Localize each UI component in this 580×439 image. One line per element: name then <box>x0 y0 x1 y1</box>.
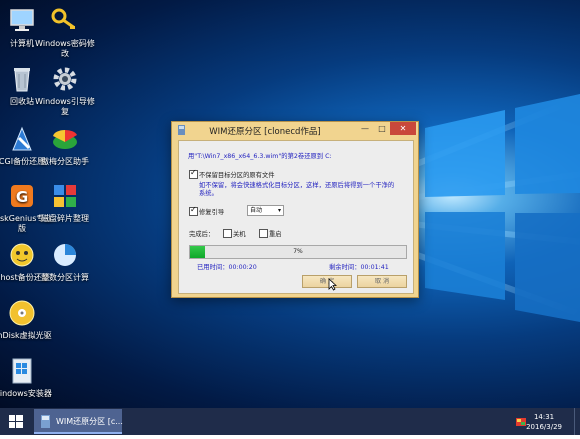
desktop-icon-boot-repair[interactable]: Windows引导修复 <box>34 64 96 117</box>
clock-date: 2016/3/29 <box>526 423 562 431</box>
network-icon[interactable] <box>516 418 526 426</box>
progress-text: 7% <box>293 248 303 255</box>
ok-button[interactable]: 确 定 <box>302 275 352 288</box>
mouse-cursor-icon <box>328 278 337 291</box>
icon-label: Windows引导修复 <box>35 97 95 116</box>
windows-logo-icon <box>9 415 23 428</box>
app-icon <box>41 415 50 428</box>
chevron-down-icon: ▾ <box>277 207 281 214</box>
boot-mode-value: 自动 <box>250 207 263 214</box>
desktop-icon-imdisk[interactable]: ImDisk虚拟光驱 <box>0 298 53 341</box>
icon-label: Windows密码修改 <box>35 39 95 58</box>
show-desktop-button[interactable] <box>574 408 580 435</box>
boot-mode-select[interactable]: 自动 ▾ <box>247 205 284 216</box>
installer-icon <box>12 358 32 384</box>
defrag-icon <box>54 185 76 207</box>
desktop-icon-partition-calc[interactable]: 整数分区计算 <box>34 240 96 283</box>
icon-label: 整数分区计算 <box>41 273 89 282</box>
restart-label: 重启 <box>269 231 282 238</box>
on-complete-label: 完成后： <box>189 231 215 238</box>
taskbar-item-label: WIM还原分区 [c... <box>56 417 123 426</box>
elapsed-time: 已用时间：00:00:20 <box>197 264 257 271</box>
icon-label: 傲梅分区助手 <box>41 157 89 166</box>
dialog-title: WIM还原分区 [clonecd作品] <box>209 127 321 137</box>
shutdown-label: 关机 <box>233 231 246 238</box>
desktop-icon-defrag[interactable]: 磁盘碎片整理 <box>34 181 96 224</box>
gear-icon <box>53 67 77 91</box>
icon-label: 磁盘碎片整理 <box>41 214 89 223</box>
svg-text:G: G <box>16 188 28 206</box>
key-icon <box>51 8 75 29</box>
maximize-button[interactable]: □ <box>375 122 389 135</box>
info-line: 用"T:\Win7_x86_x64_6.3.wim"的第2卷还原到 C: <box>188 153 332 160</box>
remaining-time: 剩余时间：00:01:41 <box>329 264 389 271</box>
dialog-titlebar[interactable]: WIM还原分区 [clonecd作品] — □ ✕ <box>172 122 418 139</box>
icon-label: Windows安装器 <box>0 389 52 398</box>
close-button[interactable]: ✕ <box>390 122 416 135</box>
start-button[interactable] <box>0 408 32 435</box>
keep-files-note-line-1: 如不保留，将会快速格式化目标分区，这样，还原后将得到一个干净的 <box>199 182 395 189</box>
dialog-body: 用"T:\Win7_x86_x64_6.3.wim"的第2卷还原到 C: 不保留… <box>178 140 414 294</box>
restart-checkbox[interactable] <box>259 229 268 238</box>
desktop-icon-password[interactable]: Windows密码修改 <box>34 6 96 59</box>
desktop-icon-installer[interactable]: Windows安装器 <box>0 356 53 399</box>
shutdown-checkbox[interactable] <box>223 229 232 238</box>
cgi-icon <box>12 126 32 151</box>
partition-assistant-icon <box>53 129 77 149</box>
icon-label: ImDisk虚拟光驱 <box>0 331 52 340</box>
disc-icon <box>9 300 35 326</box>
keep-files-label: 不保留目标分区的原有文件 <box>199 172 275 179</box>
clock[interactable]: 14:31 2016/3/29 <box>526 412 562 432</box>
computer-icon <box>10 9 34 31</box>
pie-icon <box>54 244 76 266</box>
minimize-button[interactable]: — <box>358 122 372 135</box>
progress-bar: 7% <box>189 245 407 259</box>
keep-files-note-line-2: 系统。 <box>199 190 218 197</box>
repair-boot-checkbox[interactable] <box>189 205 198 216</box>
desktop-icon-partition-assistant[interactable]: 傲梅分区助手 <box>34 124 96 167</box>
cancel-button[interactable]: 取 消 <box>357 275 407 288</box>
keep-files-checkbox[interactable] <box>189 168 198 179</box>
taskbar: WIM还原分区 [c... 14:31 2016/3/29 <box>0 408 580 435</box>
recycle-bin-icon <box>14 68 30 92</box>
clock-time: 14:31 <box>533 413 555 421</box>
ghost-icon <box>10 243 34 267</box>
diskgenius-icon: G <box>11 185 33 207</box>
wim-restore-dialog: WIM还原分区 [clonecd作品] — □ ✕ 用"T:\Win7_x86_… <box>171 121 419 298</box>
repair-boot-label: 修复引导 <box>199 209 225 216</box>
desktop: 计算机 Windows密码修改 回收站 Windows引导修复 CGI备份还原 … <box>0 0 580 408</box>
taskbar-item-wim-restore[interactable]: WIM还原分区 [c... <box>34 409 123 434</box>
